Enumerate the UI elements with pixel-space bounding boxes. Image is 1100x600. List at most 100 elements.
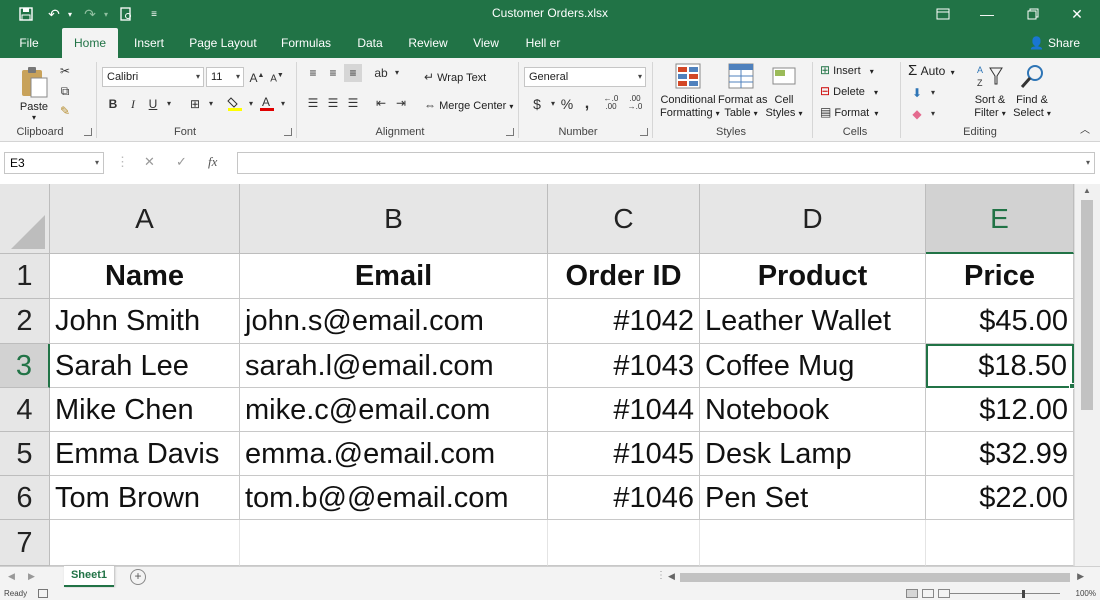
borders-dropdown-icon[interactable]: ▾ [202,95,220,113]
cell-e6[interactable]: $22.00 [926,476,1074,520]
cell-b2[interactable]: john.s@email.com [240,299,548,344]
scroll-up-icon[interactable]: ▲ [1083,186,1091,195]
align-right-icon[interactable]: ☰ [344,94,362,112]
cell-d4[interactable]: Notebook [700,388,926,432]
tab-splitter-icon[interactable]: ⋮ [656,570,666,581]
top-align-icon[interactable]: ≡ [304,64,322,82]
cell-a2[interactable]: John Smith [50,299,240,344]
number-launcher-icon[interactable] [640,128,648,136]
minimize-icon[interactable]: — [964,0,1010,28]
row-header-7[interactable]: 7 [0,520,50,566]
middle-align-icon[interactable]: ≡ [324,64,342,82]
find-select-button[interactable]: Find & Select ▾ [1012,62,1052,120]
tab-data[interactable]: Data [350,28,390,58]
merge-center-button[interactable]: ⇔ Merge Center ▾ [424,98,513,112]
normal-view-icon[interactable] [906,589,918,598]
sheet-tab-sheet1[interactable]: Sheet1 [64,566,114,587]
cell-e1[interactable]: Price [926,254,1074,299]
share-button[interactable]: 👤 Share [1029,28,1080,58]
column-header-b[interactable]: B [240,184,548,254]
name-box[interactable]: E3 ▾ [4,152,104,174]
cell-b7[interactable] [240,520,548,566]
underline-dropdown-icon[interactable]: ▾ [160,95,178,113]
conditional-formatting-button[interactable]: Conditional Formatting ▾ [660,62,720,120]
add-sheet-icon[interactable]: + [130,569,146,585]
increase-decimal-icon[interactable]: ←.0.00 [602,95,620,113]
select-all-corner[interactable] [0,184,50,254]
row-header-5[interactable]: 5 [0,432,50,476]
row-header-3[interactable]: 3 [0,344,50,388]
percent-button[interactable]: % [558,95,576,113]
next-sheet-icon[interactable]: ▶ [28,571,35,582]
cell-c5[interactable]: #1045 [548,432,700,476]
prev-sheet-icon[interactable]: ◀ [8,571,15,582]
cut-icon[interactable]: ✂ [56,62,74,80]
font-size-select[interactable]: 11 ▾ [206,67,244,87]
close-icon[interactable]: ✕ [1054,0,1100,28]
decrease-indent-icon[interactable]: ⇤ [372,94,390,112]
increase-indent-icon[interactable]: ⇥ [392,94,410,112]
column-header-e[interactable]: E [926,184,1074,254]
cell-c4[interactable]: #1044 [548,388,700,432]
cell-a3[interactable]: Sarah Lee [50,344,240,388]
cell-d5[interactable]: Desk Lamp [700,432,926,476]
tab-page-layout[interactable]: Page Layout [184,28,262,58]
copy-icon[interactable]: ⧉ [56,82,74,100]
cell-d7[interactable] [700,520,926,566]
format-cells-button[interactable]: ▤ Format ▾ [820,105,878,119]
align-center-icon[interactable]: ☰ [324,94,342,112]
bottom-align-icon[interactable]: ≡ [344,64,362,82]
cell-e4[interactable]: $12.00 [926,388,1074,432]
align-left-icon[interactable]: ☰ [304,94,322,112]
tab-file[interactable]: File [8,28,50,58]
paste-button[interactable]: Paste ▾ [16,64,52,122]
restore-icon[interactable] [1010,0,1056,28]
tab-view[interactable]: View [466,28,506,58]
collapse-ribbon-icon[interactable]: ︿ [1076,122,1094,140]
clipboard-launcher-icon[interactable] [84,128,92,136]
tab-tell-me[interactable]: Hell er [516,28,570,58]
cell-c6[interactable]: #1046 [548,476,700,520]
tab-insert[interactable]: Insert [124,28,174,58]
bold-icon[interactable]: B [104,95,122,113]
font-color-dropdown-icon[interactable]: ▾ [274,95,292,113]
formula-input[interactable]: ▾ [237,152,1095,174]
column-header-d[interactable]: D [700,184,926,254]
comma-button[interactable]: , [578,95,596,113]
autosum-button[interactable]: Σ Auto ▾ [908,62,955,79]
cell-c7[interactable] [548,520,700,566]
cell-a7[interactable] [50,520,240,566]
fill-dropdown-icon[interactable]: ▾ [924,84,942,102]
cell-styles-button[interactable]: Cell Styles ▾ [764,62,804,120]
format-painter-icon[interactable]: ✎ [56,102,74,120]
cell-d6[interactable]: Pen Set [700,476,926,520]
vertical-scrollbar[interactable]: ▲ [1074,184,1100,566]
decrease-font-size-icon[interactable]: A▼ [268,67,286,85]
cell-e3[interactable]: $18.50 [926,344,1074,388]
wrap-text-button[interactable]: ↵ Wrap Text [424,70,486,84]
cell-b5[interactable]: emma.@email.com [240,432,548,476]
cell-a5[interactable]: Emma Davis [50,432,240,476]
page-break-view-icon[interactable] [938,589,950,598]
scroll-right-icon[interactable]: ▶ [1077,571,1084,582]
cell-b6[interactable]: tom.b@@email.com [240,476,548,520]
page-layout-view-icon[interactable] [922,589,934,598]
cell-c1[interactable]: Order ID [548,254,700,299]
cell-a6[interactable]: Tom Brown [50,476,240,520]
cell-e2[interactable]: $45.00 [926,299,1074,344]
tab-home[interactable]: Home [62,28,118,58]
clear-dropdown-icon[interactable]: ▾ [924,105,942,123]
cell-b3[interactable]: sarah.l@email.com [240,344,548,388]
zoom-slider-knob[interactable] [1022,590,1025,598]
insert-function-icon[interactable]: fx [208,154,217,170]
enter-icon[interactable]: ✓ [176,154,187,170]
horizontal-scrollbar[interactable]: ◀ ▶ [668,571,1084,584]
number-format-select[interactable]: General ▾ [524,67,646,87]
column-header-c[interactable]: C [548,184,700,254]
orientation-dropdown-icon[interactable]: ▾ [388,64,406,82]
insert-cells-button[interactable]: ⊞ Insert ▾ [820,63,874,77]
horizontal-scroll-thumb[interactable] [680,573,1070,582]
cell-b1[interactable]: Email [240,254,548,299]
cell-b4[interactable]: mike.c@email.com [240,388,548,432]
ribbon-display-options-icon[interactable] [920,0,966,28]
